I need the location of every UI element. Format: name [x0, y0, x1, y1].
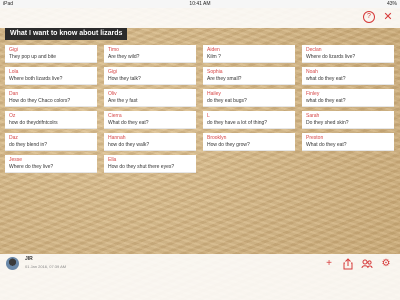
post-text: Are they small?	[207, 76, 242, 82]
gear-icon[interactable]: ⚙	[380, 258, 392, 270]
post-author: Brooklyn	[207, 135, 227, 141]
post-text: how do theydrifntcolrs	[9, 120, 58, 126]
post-author: Preston	[306, 135, 324, 141]
post-text: How they talk?	[108, 76, 141, 82]
help-icon[interactable]: ?	[363, 11, 375, 23]
post-author: Timo	[108, 47, 119, 53]
post-card[interactable]: Jesse Where do they live?	[5, 155, 97, 173]
post-text: Are the y fast	[108, 98, 138, 104]
post-card[interactable]: Hailey do they eat bugs?	[203, 89, 295, 107]
post-text: do they eat bugs?	[207, 98, 247, 104]
post-text: how do they walk?	[108, 142, 150, 148]
post-card[interactable]: Dan How do they Chaco colors?	[5, 89, 97, 107]
post-author: Gigi	[108, 69, 117, 75]
status-bar: iPad 10:41 AM 43%	[0, 0, 400, 8]
post-author: Lola	[9, 69, 19, 75]
post-card[interactable]: Sarah Do they shed skin?	[302, 111, 394, 129]
post-card[interactable]: Aiden Kilm ?	[203, 45, 295, 63]
post-text: What do they eat?	[306, 142, 347, 148]
post-card[interactable]: Noah what do they eat?	[302, 67, 394, 85]
post-card[interactable]: Gigi How they talk?	[104, 67, 196, 85]
post-author: Sarah	[306, 113, 320, 119]
share-icon[interactable]	[342, 258, 354, 270]
post-date: 01 Jan 2016, 07:39 AM	[25, 264, 67, 269]
post-author: Finley	[306, 91, 320, 97]
post-text: How do they Chaco colors?	[9, 98, 71, 104]
post-card[interactable]: Daz do they blend in?	[5, 133, 97, 151]
card-grid: Gigi They pop up and bite Timo Are they wil…	[5, 45, 394, 173]
post-card[interactable]: Ella How do they shut there eyes?	[104, 155, 196, 173]
post-text: Where both lizards live?	[9, 76, 63, 82]
post-author: Dan	[9, 91, 19, 97]
post-card[interactable]: Brooklyn How do they grow?	[203, 133, 295, 151]
post-author: Jesse	[9, 157, 23, 163]
post-card[interactable]: Ldo they have a lot of thing?	[203, 111, 295, 129]
post-card[interactable]: Preston What do they eat?	[302, 133, 394, 151]
post-text: How do they grow?	[207, 142, 250, 148]
post-text: What do they eat?	[108, 120, 149, 126]
battery-level: 43%	[386, 1, 397, 7]
post-card[interactable]: Hannah how do they walk?	[104, 133, 196, 151]
post-author: Noah	[306, 69, 318, 75]
post-author: Cierra	[108, 113, 122, 119]
post-author: L	[207, 113, 210, 119]
post-author: Hailey	[207, 91, 221, 97]
add-icon[interactable]: +	[323, 258, 335, 270]
post-text: Kilm ?	[207, 54, 221, 60]
post-card[interactable]: Timo Are they wild?	[104, 45, 196, 63]
post-card[interactable]: Gigi They pop up and bite	[5, 45, 97, 63]
post-author: Oliv	[108, 91, 117, 97]
post-card[interactable]: Sophia Are they small?	[203, 67, 295, 85]
post-text: do they blend in?	[9, 142, 48, 148]
people-icon[interactable]	[361, 258, 373, 270]
post-text: do they have a lot of thing?	[207, 120, 268, 126]
avatar[interactable]	[6, 257, 19, 270]
post-author: Ella	[108, 157, 117, 163]
post-author: Sophia	[207, 69, 223, 75]
post-author: Oz	[9, 113, 16, 119]
post-card[interactable]: Cierra What do they eat?	[104, 111, 196, 129]
post-text: what do they eat?	[306, 98, 346, 104]
post-text: They pop up and bite	[9, 54, 56, 60]
post-text: How do they shut there eyes?	[108, 164, 175, 170]
top-bar	[0, 8, 400, 28]
clock: 10:41 AM	[189, 1, 211, 7]
post-card[interactable]: Oz how do theydrifntcolrs	[5, 111, 97, 129]
post-text: Are they wild?	[108, 54, 140, 60]
post-author: Aiden	[207, 47, 220, 53]
bottom-bar	[0, 254, 400, 300]
post-text: Where do lizards live?	[306, 54, 356, 60]
post-author: Declan	[306, 47, 322, 53]
post-author: Daz	[9, 135, 18, 141]
post-card[interactable]: Oliv Are the y fast	[104, 89, 196, 107]
post-text: Do they shed skin?	[306, 120, 349, 126]
board-title: What I want to know about lizards	[5, 28, 128, 40]
post-card[interactable]: Declan Where do lizards live?	[302, 45, 394, 63]
post-author: Gigi	[9, 47, 18, 53]
post-card[interactable]: Finley what do they eat?	[302, 89, 394, 107]
post-author: Hannah	[108, 135, 126, 141]
post-text: Where do they live?	[9, 164, 54, 170]
post-card[interactable]: Lola Where both lizards live?	[5, 67, 97, 85]
author-name: JIR	[25, 256, 33, 262]
close-icon[interactable]: ✕	[382, 11, 394, 23]
post-text: what do they eat?	[306, 76, 346, 82]
